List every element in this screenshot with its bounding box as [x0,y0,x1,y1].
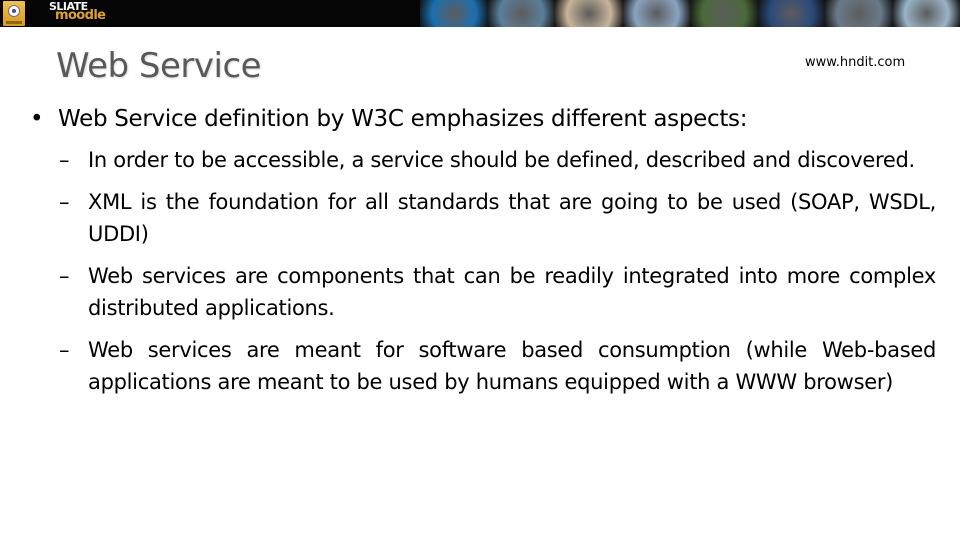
dash-icon: – [59,190,70,214]
header-banner: SLIATE moodle [0,0,960,27]
sliate-logo-icon [3,1,25,26]
globe-hand-photo [757,0,825,27]
sub-bullet: – In order to be accessible, a service s… [59,144,936,176]
classroom-photo [690,0,758,27]
dash-icon: – [59,148,70,172]
people-laptop-photo [555,0,623,27]
sub-bullet: – Web services are components that can b… [59,260,936,324]
slide-title: Web Service [56,46,262,86]
sub-bullet-text: Web services are meant for software base… [88,338,936,394]
sub-bullet: – XML is the foundation for all standard… [59,186,936,250]
photo-strip [420,0,960,27]
main-bullet: • Web Service definition by W3C emphasiz… [30,102,936,136]
brand-logo: SLIATE moodle [49,1,106,23]
dash-icon: – [59,264,70,288]
globe-eye-photo [420,0,488,27]
touchscreen-photo [487,0,555,27]
site-url: www.hndit.com [805,55,906,70]
sub-bullet: – Web services are meant for software ba… [59,334,936,398]
sub-bullet-text: Web services are components that can be … [88,264,936,320]
bullet-icon: • [30,106,44,132]
keyboard-photo [622,0,690,27]
slide-content: • Web Service definition by W3C emphasiz… [30,102,936,408]
sub-bullet-text: In order to be accessible, a service sho… [88,148,915,172]
logo-tag [6,21,22,24]
sub-bullet-text: XML is the foundation for all standards … [88,190,936,246]
dash-icon: – [59,338,70,362]
emblem-icon [8,5,20,17]
robot-face-photo [825,0,893,27]
brand-moodle: moodle [55,8,106,23]
main-bullet-text: Web Service definition by W3C emphasizes… [58,106,748,132]
eye-closeup-photo [892,0,960,27]
